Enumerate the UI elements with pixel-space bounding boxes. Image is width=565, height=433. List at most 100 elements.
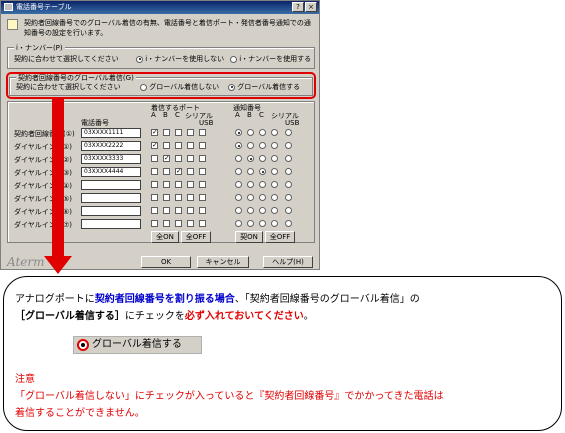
notify-on-button[interactable]: 契ON <box>235 231 263 243</box>
notify-radio[interactable] <box>235 155 242 162</box>
port-checkbox[interactable] <box>163 181 170 188</box>
port-checkbox[interactable] <box>187 220 194 227</box>
port-checkbox[interactable] <box>199 168 206 175</box>
inumber-yes-radio[interactable]: i・ナンバーを使用する <box>230 54 311 64</box>
phone-field[interactable] <box>81 193 141 203</box>
port-checkbox[interactable] <box>175 194 182 201</box>
port-checkbox[interactable] <box>151 155 158 162</box>
phone-field[interactable]: 03XXXX1111 <box>81 128 141 138</box>
notify-radio[interactable] <box>271 220 278 227</box>
port-checkbox[interactable] <box>199 181 206 188</box>
port-checkbox[interactable] <box>163 129 170 136</box>
port-checkbox[interactable] <box>187 155 194 162</box>
notify-radio[interactable] <box>271 142 278 149</box>
notify-radio[interactable] <box>259 155 266 162</box>
notify-radio[interactable] <box>285 168 292 175</box>
port-checkbox[interactable]: ✓ <box>151 129 158 136</box>
port-checkbox[interactable] <box>163 168 170 175</box>
notify-radio[interactable] <box>235 181 242 188</box>
notify-radio[interactable] <box>247 129 254 136</box>
help-title-button[interactable]: ? <box>292 2 304 12</box>
port-checkbox[interactable] <box>175 181 182 188</box>
port-checkbox[interactable] <box>199 220 206 227</box>
port-checkbox[interactable] <box>187 194 194 201</box>
notify-radio[interactable] <box>259 207 266 214</box>
port-checkbox[interactable] <box>187 129 194 136</box>
notify-radio[interactable] <box>271 207 278 214</box>
notify-radio[interactable] <box>259 168 266 175</box>
phone-field[interactable] <box>81 180 141 190</box>
notify-radio[interactable] <box>271 181 278 188</box>
notify-radio[interactable] <box>259 181 266 188</box>
all-off-button[interactable]: 全OFF <box>181 231 211 243</box>
port-checkbox[interactable] <box>151 220 158 227</box>
port-checkbox[interactable] <box>199 155 206 162</box>
ok-button[interactable]: OK <box>141 256 191 268</box>
all-on-button[interactable]: 全ON <box>151 231 179 243</box>
port-checkbox[interactable] <box>151 194 158 201</box>
cancel-button[interactable]: キャンセル <box>197 256 249 268</box>
notify-radio[interactable] <box>271 155 278 162</box>
notify-radio[interactable] <box>247 181 254 188</box>
notify-radio[interactable] <box>271 194 278 201</box>
notify-radio[interactable] <box>259 220 266 227</box>
port-checkbox[interactable] <box>187 207 194 214</box>
port-checkbox[interactable]: ✓ <box>175 168 182 175</box>
phone-field[interactable]: 03XXXX3333 <box>81 154 141 164</box>
notify-radio[interactable] <box>285 220 292 227</box>
port-checkbox[interactable] <box>175 129 182 136</box>
port-checkbox[interactable] <box>163 194 170 201</box>
port-checkbox[interactable] <box>175 207 182 214</box>
port-checkbox[interactable] <box>163 220 170 227</box>
port-checkbox[interactable] <box>175 142 182 149</box>
notify-radio[interactable] <box>271 168 278 175</box>
close-icon[interactable]: × <box>305 2 317 12</box>
phone-field[interactable]: 03XXXX4444 <box>81 167 141 177</box>
port-checkbox[interactable] <box>187 181 194 188</box>
notify-radio[interactable] <box>285 194 292 201</box>
port-checkbox[interactable]: ✓ <box>163 155 170 162</box>
port-checkbox[interactable] <box>151 207 158 214</box>
notify-radio[interactable] <box>271 129 278 136</box>
notify-radio[interactable] <box>285 142 292 149</box>
port-checkbox[interactable] <box>163 207 170 214</box>
notify-radio[interactable] <box>235 220 242 227</box>
notify-all-off-button[interactable]: 全OFF <box>265 231 295 243</box>
notify-radio[interactable] <box>259 142 266 149</box>
port-checkbox[interactable] <box>187 142 194 149</box>
notify-radio[interactable] <box>285 181 292 188</box>
phone-field[interactable] <box>81 219 141 229</box>
port-checkbox[interactable] <box>187 168 194 175</box>
notify-radio[interactable] <box>247 220 254 227</box>
window-title: 電話番号テーブル <box>16 3 72 11</box>
port-checkbox[interactable]: ✓ <box>151 142 158 149</box>
phone-field[interactable]: 03XXXX2222 <box>81 141 141 151</box>
notify-radio[interactable] <box>235 168 242 175</box>
notify-radio[interactable] <box>247 207 254 214</box>
inumber-no-radio[interactable]: i・ナンバーを使用しない <box>136 54 224 64</box>
phone-field[interactable] <box>81 206 141 216</box>
notify-radio[interactable] <box>285 207 292 214</box>
notify-radio[interactable] <box>285 129 292 136</box>
notify-radio[interactable] <box>247 142 254 149</box>
notify-radio[interactable] <box>247 155 254 162</box>
port-checkbox[interactable] <box>175 220 182 227</box>
port-checkbox[interactable] <box>199 129 206 136</box>
port-checkbox[interactable] <box>151 181 158 188</box>
notify-radio[interactable] <box>235 129 242 136</box>
notify-radio[interactable] <box>259 194 266 201</box>
port-checkbox[interactable] <box>151 168 158 175</box>
notify-radio[interactable] <box>247 168 254 175</box>
notify-radio[interactable] <box>247 194 254 201</box>
notify-radio[interactable] <box>235 142 242 149</box>
port-checkbox[interactable] <box>175 155 182 162</box>
notify-radio[interactable] <box>235 194 242 201</box>
port-checkbox[interactable] <box>199 207 206 214</box>
notify-radio[interactable] <box>235 207 242 214</box>
port-checkbox[interactable] <box>199 142 206 149</box>
notify-radio[interactable] <box>285 155 292 162</box>
port-checkbox[interactable] <box>163 142 170 149</box>
help-button[interactable]: ヘルプ(H) <box>263 256 313 268</box>
port-checkbox[interactable] <box>199 194 206 201</box>
notify-radio[interactable] <box>259 129 266 136</box>
